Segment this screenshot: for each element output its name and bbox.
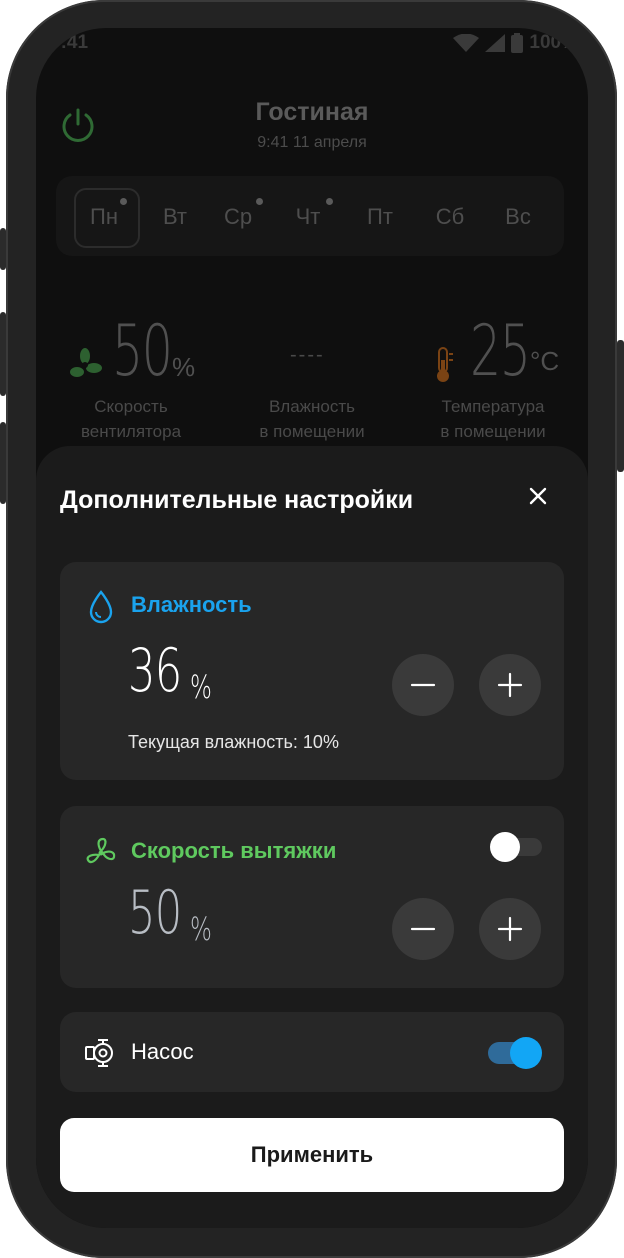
fan-stat-label-2: вентилятора [80, 422, 182, 441]
extraction-decrease-button[interactable] [392, 898, 454, 960]
day-fri[interactable]: Пт [350, 204, 410, 230]
screen: 9:41 100% Гостиная 9:41 11 апреля Пн Вт … [36, 28, 588, 1228]
cellular-icon [485, 34, 506, 52]
room-subtitle: 9:41 11 апреля [257, 134, 367, 151]
temp-stat-label-2: в помещении [440, 422, 546, 441]
status-indicators: 100% [453, 32, 578, 54]
room-title: Гостиная [255, 98, 369, 126]
wifi-icon [453, 34, 480, 52]
humidity-stat-label-2: в помещении [259, 422, 365, 441]
day-sun[interactable]: Вс [488, 204, 548, 230]
pump-toggle-knob [510, 1037, 542, 1069]
fan-stat-label-1: Скорость [94, 397, 168, 416]
humidity-stat-label: Влажность в помещении [237, 394, 387, 444]
mute-switch [0, 228, 6, 270]
day-wed-dot [256, 198, 263, 205]
minus-icon [410, 927, 436, 931]
temp-stat-label: Температура в помещении [418, 394, 568, 444]
day-sat[interactable]: Сб [420, 204, 480, 230]
close-icon[interactable] [526, 484, 550, 508]
humidity-stat-value: ---- [290, 344, 325, 366]
humidity-unit-wrap: % [190, 668, 220, 706]
temp-stat-unit: °C [530, 346, 560, 376]
water-drop-icon [89, 590, 113, 624]
humidity-card: Влажность 36 % Текущая влажность: 10% [60, 562, 564, 780]
power-side-button [617, 340, 624, 472]
humidity-increase-button[interactable] [479, 654, 541, 716]
humidity-title: Влажность [131, 592, 252, 617]
day-thu-dot [326, 198, 333, 205]
day-wed[interactable]: Ср [208, 204, 268, 230]
day-mon[interactable]: Пн [74, 204, 134, 230]
day-tue[interactable]: Вт [145, 204, 205, 230]
day-mon-dot [120, 198, 127, 205]
humidity-stat-label-1: Влажность [268, 397, 356, 416]
plus-icon [497, 672, 523, 698]
fan-stat-unit: % [172, 352, 196, 382]
fan-stat-label: Скорость вентилятора [56, 394, 206, 444]
pump-card: Насос [60, 1012, 564, 1092]
battery-icon [511, 33, 524, 53]
extraction-increase-button[interactable] [479, 898, 541, 960]
sheet-title: Дополнительные настройки [60, 486, 414, 514]
status-time: 9:41 [50, 32, 89, 53]
extraction-toggle-knob [490, 832, 520, 862]
temp-stat-value: 25 [470, 310, 531, 392]
extraction-unit-wrap: % [190, 910, 220, 948]
extraction-value: 50 [128, 878, 182, 948]
volume-down-button [0, 422, 6, 504]
minus-icon [410, 683, 436, 687]
humidity-decrease-button[interactable] [392, 654, 454, 716]
extraction-toggle[interactable] [490, 832, 542, 862]
extraction-card: Скорость вытяжки 50 % [60, 806, 564, 988]
fan-icon [70, 348, 102, 377]
pump-icon [85, 1039, 113, 1067]
pump-title: Насос [131, 1039, 194, 1064]
extraction-title: Скорость вытяжки [131, 838, 337, 863]
pump-toggle[interactable] [488, 1037, 542, 1069]
plus-icon [497, 916, 523, 942]
fan-icon [86, 837, 116, 864]
humidity-unit: % [190, 668, 212, 706]
fan-stat-value: 50 [112, 310, 173, 392]
humidity-value: 36 [128, 636, 182, 706]
settings-sheet: Дополнительные настройки Влажность 36 % … [36, 446, 588, 1228]
day-thu[interactable]: Чт [278, 204, 338, 230]
thermometer-icon [437, 347, 453, 382]
volume-up-button [0, 312, 6, 396]
battery-percent: 100% [529, 32, 578, 53]
extraction-unit: % [190, 910, 212, 948]
current-humidity: Текущая влажность: 10% [128, 732, 339, 752]
apply-button[interactable]: Применить [60, 1118, 564, 1192]
temp-stat-label-1: Температура [441, 397, 545, 416]
